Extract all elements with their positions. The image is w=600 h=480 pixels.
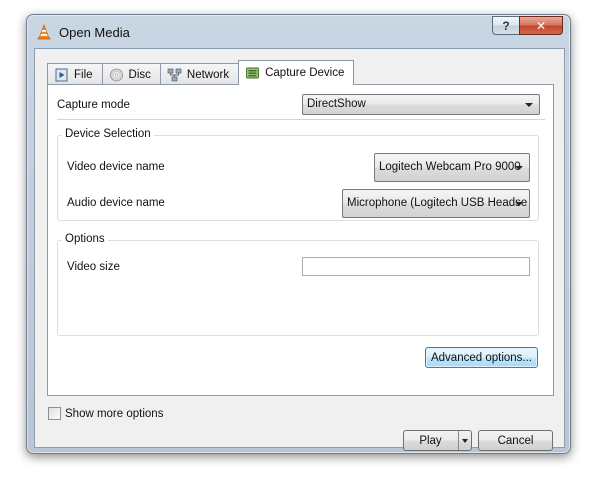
- title-bar[interactable]: Open Media ? ✕: [27, 15, 570, 49]
- tab-network[interactable]: Network: [159, 63, 240, 85]
- tab-file[interactable]: File: [47, 63, 103, 85]
- separator: [57, 119, 545, 121]
- help-button[interactable]: ?: [492, 16, 519, 35]
- window-title: Open Media: [59, 25, 130, 40]
- tab-disc[interactable]: Disc: [101, 63, 161, 85]
- audio-device-label: Audio device name: [67, 197, 165, 209]
- tab-capture-device[interactable]: Capture Device: [238, 60, 355, 85]
- video-device-label: Video device name: [67, 161, 165, 173]
- play-button-label: Play: [419, 434, 442, 447]
- tab-disc-label: Disc: [128, 68, 151, 81]
- play-dropdown-arrow[interactable]: [458, 431, 471, 450]
- cancel-button[interactable]: Cancel: [478, 430, 553, 451]
- dialog-client-area: File Disc Network Capture Device Capture…: [34, 48, 565, 451]
- open-media-dialog: Open Media ? ✕ File Disc Network Capture…: [26, 14, 571, 454]
- device-selection-title: Device Selection: [62, 128, 154, 140]
- vlc-cone-icon: [37, 24, 51, 40]
- caption-buttons: ? ✕: [492, 16, 563, 35]
- play-button[interactable]: Play: [403, 430, 472, 451]
- video-size-input[interactable]: [302, 257, 530, 276]
- show-more-options-checkbox[interactable]: [48, 407, 61, 420]
- tab-file-label: File: [74, 68, 93, 81]
- capture-mode-value: DirectShow: [307, 98, 366, 110]
- close-button[interactable]: ✕: [519, 16, 563, 35]
- tab-network-label: Network: [186, 68, 230, 81]
- advanced-options-button[interactable]: Advanced options...: [425, 347, 538, 368]
- capture-mode-select[interactable]: DirectShow: [302, 94, 540, 115]
- chevron-down-icon: [515, 166, 523, 170]
- chevron-down-icon: [515, 202, 523, 206]
- options-title: Options: [62, 233, 108, 245]
- tab-bar: File Disc Network Capture Device: [47, 60, 355, 85]
- network-icon: [167, 68, 182, 81]
- capture-device-icon: [246, 67, 260, 79]
- chevron-down-icon: [525, 103, 533, 107]
- options-group: [57, 240, 539, 336]
- audio-device-value: Microphone (Logitech USB Headse: [347, 197, 528, 209]
- video-device-value: Logitech Webcam Pro 9000: [379, 161, 521, 173]
- show-more-options-label[interactable]: Show more options: [65, 408, 163, 420]
- tab-capture-device-label: Capture Device: [265, 67, 345, 79]
- video-size-label: Video size: [67, 261, 120, 273]
- file-icon: [55, 68, 68, 81]
- capture-device-panel: Capture mode DirectShow Device Selection…: [47, 84, 554, 396]
- disc-icon: [109, 68, 123, 81]
- video-device-select[interactable]: Logitech Webcam Pro 9000: [374, 153, 530, 182]
- capture-mode-label: Capture mode: [57, 99, 130, 111]
- audio-device-select[interactable]: Microphone (Logitech USB Headse: [342, 189, 530, 218]
